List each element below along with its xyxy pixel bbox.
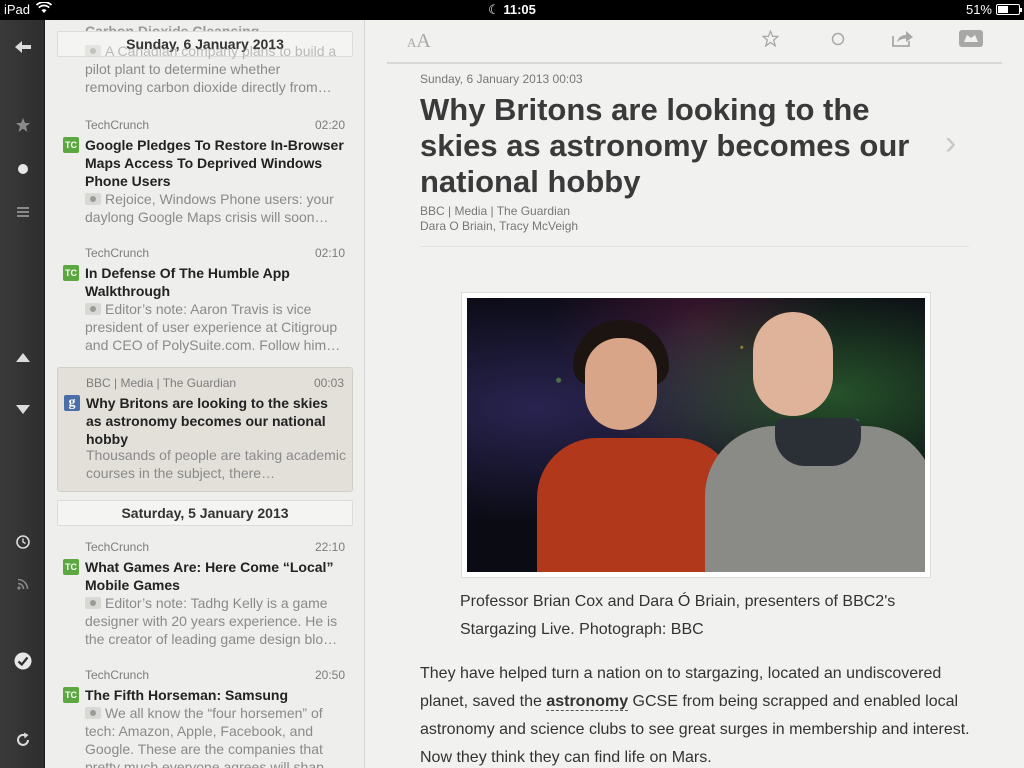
article-date: Sunday, 6 January 2013 00:03 xyxy=(420,72,583,86)
up-arrow-icon[interactable] xyxy=(0,342,45,372)
item-source: TechCrunch xyxy=(85,540,150,554)
item-time: 22:10 xyxy=(314,540,345,554)
photo-caption: Professor Brian Cox and Dara Ó Briain, p… xyxy=(460,593,896,638)
down-arrow-icon[interactable] xyxy=(0,395,45,425)
battery-icon xyxy=(996,4,1022,15)
item-time: 00:03 xyxy=(313,376,344,390)
item-summary: Editor’s note: Tadhg Kelly is a game des… xyxy=(85,595,338,647)
summary-bullet-icon xyxy=(85,45,101,58)
photo-person-right-collar xyxy=(775,418,861,466)
checkmark-icon[interactable] xyxy=(0,646,45,676)
item-source: TechCrunch xyxy=(85,246,150,260)
article-title: Why Britons are looking to the skies as … xyxy=(420,92,910,199)
list-item-selected[interactable]: BBC | Media | The Guardian 00:03 g Why B… xyxy=(57,367,353,492)
partial-item-summary-line: pilot plant to determine whether xyxy=(85,61,281,77)
share-icon[interactable] xyxy=(892,30,914,52)
guardian-favicon-icon: g xyxy=(64,395,80,411)
date-header: Saturday, 5 January 2013 xyxy=(57,500,353,526)
readability-icon[interactable] xyxy=(959,30,983,52)
moon-icon: ☾ xyxy=(488,2,500,17)
item-time: 20:50 xyxy=(314,668,345,682)
item-title: Google Pledges To Restore In-Browser Map… xyxy=(85,137,344,189)
back-arrow-icon[interactable] xyxy=(0,32,45,62)
article-meta: BBC | Media | The Guardian Dara O Briain… xyxy=(420,204,578,234)
summary-bullet-icon xyxy=(85,707,101,720)
item-title: In Defense Of The Humble App Walkthrough xyxy=(85,265,290,299)
summary-bullet-icon xyxy=(85,303,101,316)
article-list: Carbon Dioxide Cleansing Sunday, 6 Janua… xyxy=(45,20,365,768)
dot-icon[interactable] xyxy=(0,154,45,184)
list-icon[interactable] xyxy=(0,197,45,227)
item-summary: Thousands of people are taking academic … xyxy=(86,447,346,481)
divider xyxy=(420,246,969,247)
refresh-icon[interactable] xyxy=(0,725,45,755)
list-item[interactable]: TechCrunch 02:10 TC In Defense Of The Hu… xyxy=(57,238,353,358)
item-summary: We all know the “four horsemen” of tech:… xyxy=(85,705,338,768)
list-item[interactable]: TechCrunch 22:10 TC What Games Are: Here… xyxy=(57,532,353,652)
reading-pane: AA Sunday, 6 January 2013 00:03 Why Brit… xyxy=(365,20,1024,768)
list-item[interactable]: TechCrunch 20:50 TC The Fifth Horseman: … xyxy=(57,660,353,768)
font-size-icon[interactable]: AA xyxy=(407,30,431,53)
list-item[interactable]: TechCrunch 02:20 TC Google Pledges To Re… xyxy=(57,110,353,230)
summary-bullet-icon xyxy=(85,597,101,610)
reader-toolbar: AA xyxy=(387,20,1002,64)
battery-percent: 51% xyxy=(965,2,992,17)
article-body: They have helped turn a nation on to sta… xyxy=(420,665,970,766)
item-source: BBC | Media | The Guardian xyxy=(86,376,237,390)
article-authors: Dara O Briain, Tracy McVeigh xyxy=(420,219,579,233)
item-time: 02:20 xyxy=(314,118,345,132)
left-toolbar xyxy=(0,20,45,768)
photo-image xyxy=(467,298,925,572)
circle-icon[interactable] xyxy=(831,30,845,51)
item-source: TechCrunch xyxy=(85,118,150,132)
item-title: What Games Are: Here Come “Local” Mobile… xyxy=(85,559,334,593)
techcrunch-favicon-icon: TC xyxy=(63,559,79,575)
item-time: 02:10 xyxy=(314,246,345,260)
status-bar: iPad ☾ 11:05 51% xyxy=(0,0,1024,20)
item-title: The Fifth Horseman: Samsung xyxy=(85,687,289,703)
rss-icon[interactable] xyxy=(0,569,45,599)
techcrunch-favicon-icon: TC xyxy=(63,137,79,153)
status-time: 11:05 xyxy=(503,2,536,17)
partial-item-summary-line: A Canadian company plans to build a xyxy=(85,42,345,60)
star-icon[interactable] xyxy=(761,29,780,52)
item-summary: Rejoice, Windows Phone users: your daylo… xyxy=(85,191,334,225)
article-photo[interactable] xyxy=(461,292,931,578)
item-source: TechCrunch xyxy=(85,668,150,682)
article-source: BBC | Media | The Guardian xyxy=(420,204,571,218)
summary-bullet-icon xyxy=(85,193,101,206)
clock-icon[interactable] xyxy=(0,527,45,557)
photo-person-left-head xyxy=(585,338,657,430)
item-title: Why Britons are looking to the skies as … xyxy=(86,395,328,447)
keyword-link[interactable]: astronomy xyxy=(546,693,629,711)
partial-item-summary-line: removing carbon dioxide directly from… xyxy=(85,79,332,95)
techcrunch-favicon-icon: TC xyxy=(63,687,79,703)
photo-person-right-head xyxy=(753,312,833,416)
next-chevron-icon[interactable]: › xyxy=(945,124,956,163)
item-summary: Editor’s note: Aaron Travis is vice pres… xyxy=(85,301,341,353)
techcrunch-favicon-icon: TC xyxy=(63,265,79,281)
star-icon[interactable] xyxy=(0,110,45,140)
